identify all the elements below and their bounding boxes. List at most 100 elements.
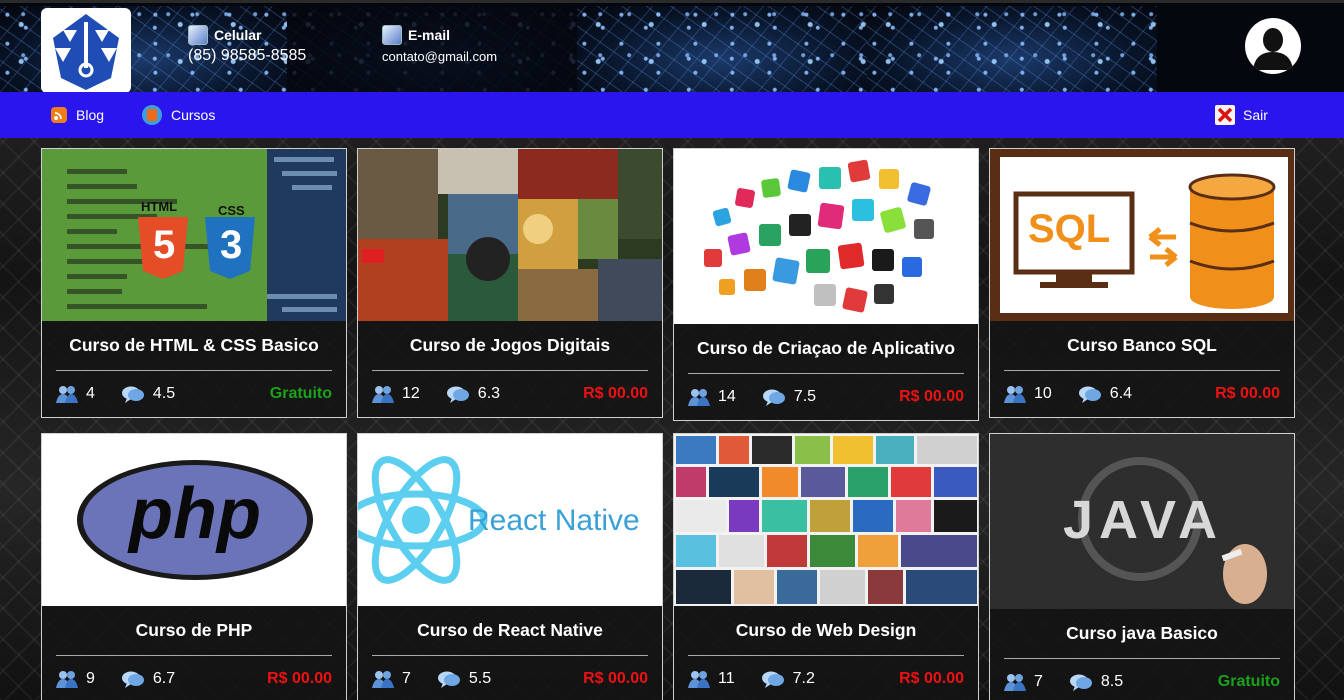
course-card[interactable]: Curso de Web Design 11 7.2 R$ 00.00 (673, 433, 979, 700)
nav-logout[interactable]: Sair (1215, 105, 1268, 125)
course-price: R$ 00.00 (1215, 385, 1280, 402)
rating-value: 6.4 (1109, 385, 1133, 402)
students-count: 14 (718, 388, 736, 405)
app-icons-image (674, 149, 978, 324)
site-logo[interactable] (41, 8, 131, 92)
network-banner (867, 6, 1157, 92)
blog-icon (51, 107, 67, 123)
rating-stat: 7.2 (761, 670, 815, 688)
rating-stat: 7.5 (762, 388, 816, 406)
rating-stat: 6.7 (121, 670, 175, 688)
course-meta: 12 6.3 R$ 00.00 (358, 371, 662, 417)
course-card[interactable]: JAVA Curso java Basico 7 8.5 Gratuito (989, 433, 1295, 700)
students-stat: 11 (688, 670, 735, 688)
students-icon (56, 671, 78, 688)
nav-blog-label: Blog (76, 107, 105, 123)
rating-value: 5.5 (468, 670, 492, 687)
course-meta: 4 4.5 Gratuito (42, 371, 346, 417)
nav-logout-label: Sair (1243, 107, 1268, 123)
students-stat: 12 (372, 385, 420, 403)
phone-icon (188, 25, 208, 45)
chat-bubble-icon (762, 389, 785, 406)
nav-courses[interactable]: Cursos (141, 104, 215, 126)
top-header: Celular (85) 98585-8585 E-mail contato@g… (0, 0, 1344, 92)
course-price: R$ 00.00 (583, 670, 648, 687)
email-contact: E-mail contato@gmail.com (382, 25, 497, 64)
close-icon (1215, 105, 1235, 125)
react-label: React Native (468, 504, 640, 537)
course-title[interactable]: Curso de React Native (372, 620, 648, 656)
rating-stat: 6.4 (1078, 385, 1132, 403)
java-chalkboard-image: JAVA (990, 434, 1294, 609)
java-label: JAVA (1062, 490, 1224, 550)
course-meta: 9 6.7 R$ 00.00 (42, 656, 346, 700)
nav-blog[interactable]: Blog (50, 106, 104, 124)
css-num: 3 (220, 223, 243, 267)
html-num: 5 (153, 223, 176, 267)
chat-bubble-icon (446, 386, 469, 403)
user-avatar[interactable] (1245, 18, 1301, 74)
chat-bubble-icon (1078, 386, 1101, 403)
students-icon (688, 671, 710, 688)
students-icon (688, 389, 710, 406)
network-banner (577, 6, 867, 92)
course-title[interactable]: Curso Banco SQL (1004, 335, 1280, 371)
students-count: 4 (86, 385, 95, 402)
php-label: php (129, 474, 261, 554)
course-price: R$ 00.00 (267, 670, 332, 687)
rating-value: 6.3 (477, 385, 501, 402)
course-price: Gratuito (269, 385, 332, 402)
course-price: R$ 00.00 (899, 670, 964, 687)
rating-stat: 5.5 (437, 670, 491, 688)
course-meta: 10 6.4 R$ 00.00 (990, 371, 1294, 417)
chat-bubble-icon (121, 386, 144, 403)
react-native-logo-image: React Native (358, 434, 662, 606)
course-title[interactable]: Curso de Criaçao de Aplicativo (688, 338, 964, 374)
rating-value: 7.5 (793, 388, 817, 405)
course-card[interactable]: SQL Curso Banco SQL 10 6.4 R$ 00.00 (989, 148, 1295, 418)
chat-bubble-icon (121, 671, 144, 688)
phone-value: (85) 98585-8585 (188, 47, 307, 64)
main-nav: Blog Cursos Sair (0, 92, 1344, 138)
user-silhouette-icon (1246, 19, 1300, 73)
students-count: 10 (1034, 385, 1052, 402)
email-icon (382, 25, 402, 45)
phone-contact: Celular (85) 98585-8585 (188, 25, 306, 65)
rating-stat: 8.5 (1069, 673, 1123, 691)
course-card[interactable]: Curso de Criaçao de Aplicativo 14 7.5 R$… (673, 148, 979, 421)
course-meta: 7 5.5 R$ 00.00 (358, 656, 662, 700)
games-collage-image (358, 149, 662, 321)
students-stat: 9 (56, 670, 95, 688)
students-stat: 10 (1004, 385, 1052, 403)
course-title[interactable]: Curso de PHP (56, 620, 332, 656)
course-meta: 11 7.2 R$ 00.00 (674, 656, 978, 700)
web-design-collage-image (674, 434, 978, 606)
students-icon (372, 671, 394, 688)
html-css-image: HTML 5 CSS 3 (42, 149, 346, 321)
students-stat: 4 (56, 385, 95, 403)
course-card[interactable]: React Native Curso de React Native 7 5.5… (357, 433, 663, 700)
email-title: E-mail (408, 27, 451, 43)
students-stat: 7 (1004, 673, 1043, 691)
courses-icon (142, 105, 162, 125)
php-logo-image: php (42, 434, 346, 606)
rating-value: 8.5 (1100, 673, 1124, 690)
phone-title: Celular (214, 27, 262, 43)
course-meta: 7 8.5 Gratuito (990, 659, 1294, 700)
course-title[interactable]: Curso java Basico (1004, 623, 1280, 659)
course-title[interactable]: Curso de Web Design (688, 620, 964, 656)
course-title[interactable]: Curso de HTML & CSS Basico (56, 335, 332, 371)
students-count: 7 (1034, 673, 1043, 690)
chat-bubble-icon (761, 671, 784, 688)
students-count: 11 (718, 670, 735, 687)
rating-stat: 6.3 (446, 385, 500, 403)
course-card[interactable]: Curso de Jogos Digitais 12 6.3 R$ 00.00 (357, 148, 663, 418)
course-price: Gratuito (1217, 673, 1280, 690)
course-title[interactable]: Curso de Jogos Digitais (372, 335, 648, 371)
students-icon (1004, 674, 1026, 691)
course-card[interactable]: php Curso de PHP 9 6.7 R$ 00.00 (41, 433, 347, 700)
students-icon (372, 386, 394, 403)
course-card[interactable]: HTML 5 CSS 3 Curso de HTML & CSS Basico … (41, 148, 347, 418)
sql-label: SQL (1028, 207, 1111, 251)
chat-bubble-icon (437, 671, 460, 688)
